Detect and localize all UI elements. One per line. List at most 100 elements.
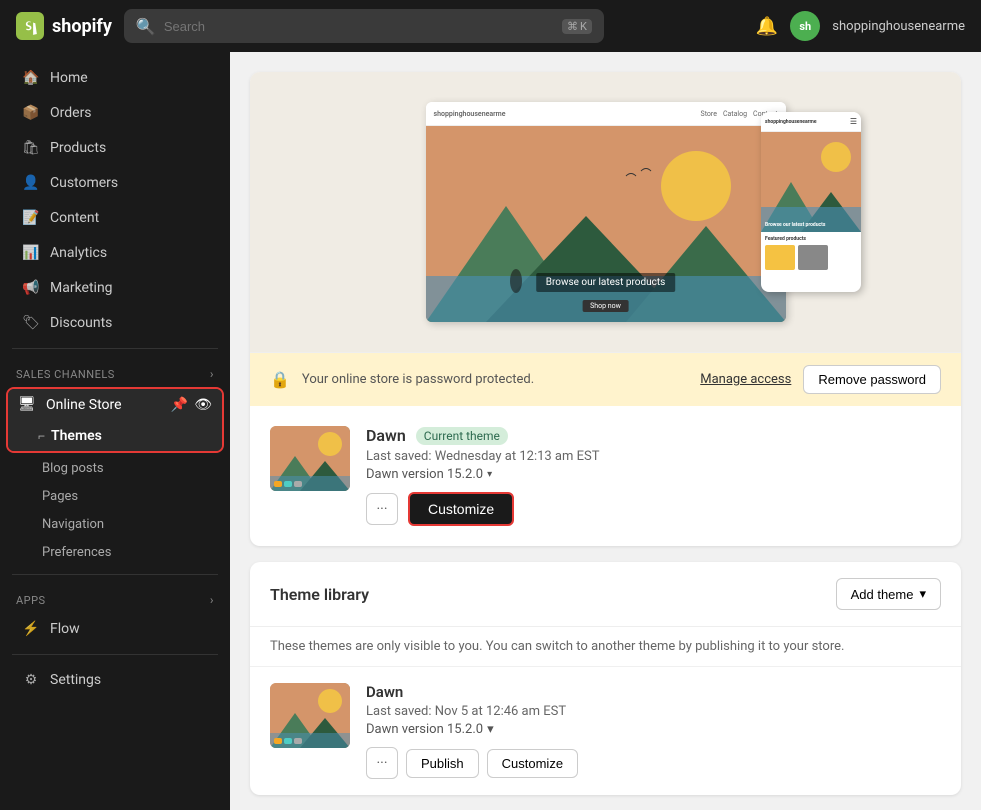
current-theme-info: Dawn Current theme Last saved: Wednesday… [366, 426, 941, 526]
remove-password-button[interactable]: Remove password [803, 365, 941, 394]
desktop-brand: shoppinghousenearme [434, 110, 506, 118]
sidebar-item-online-store[interactable]: 🖥 Online Store 📌 👁 [8, 389, 222, 421]
sidebar-item-content[interactable]: 📝 Content [6, 201, 224, 235]
password-banner: 🔒 Your online store is password protecte… [250, 352, 961, 406]
add-theme-chevron: ▾ [919, 586, 926, 602]
current-theme-name: Dawn [366, 426, 406, 445]
search-icon: 🔍 [136, 17, 156, 36]
publish-button[interactable]: Publish [406, 749, 479, 778]
library-dot-2 [284, 738, 292, 744]
sidebar-item-products[interactable]: 🛍 Products [6, 131, 224, 165]
shopify-icon [16, 12, 44, 40]
online-store-actions: 📌 👁 [171, 397, 212, 413]
online-store-icon: 🖥 [18, 396, 36, 414]
store-name-label: shoppinghousenearme [832, 19, 965, 34]
theme-name-row: Dawn Current theme [366, 426, 941, 445]
library-dot-1 [274, 738, 282, 744]
mobile-hero-text: Browse our latest products [765, 222, 857, 228]
library-customize-button[interactable]: Customize [487, 749, 578, 778]
library-theme-thumbnail [270, 683, 350, 748]
sidebar-item-marketing[interactable]: 📢 Marketing [6, 271, 224, 305]
main-content: shoppinghousenearme Store Catalog Contac… [230, 52, 981, 810]
current-theme-badge: Current theme [416, 427, 508, 445]
dot-orange [274, 481, 282, 487]
sidebar-item-themes[interactable]: ⌐ Themes [8, 421, 222, 451]
current-theme-section: Dawn Current theme Last saved: Wednesday… [250, 406, 961, 546]
library-dot-3 [294, 738, 302, 744]
desktop-shop-btn: Shop now [582, 300, 629, 312]
theme-preview-area: shoppinghousenearme Store Catalog Contac… [250, 72, 961, 352]
add-theme-button[interactable]: Add theme ▾ [836, 578, 941, 610]
library-header: Theme library Add theme ▾ [250, 562, 961, 627]
current-theme-version: Dawn version 15.2.0 ▾ [366, 467, 941, 482]
notification-icon[interactable]: 🔔 [756, 16, 778, 37]
library-title: Theme library [270, 585, 369, 604]
discounts-icon: 🏷 [22, 314, 40, 332]
topbar-right: 🔔 sh shoppinghousenearme [756, 11, 965, 41]
sidebar-divider-3 [12, 654, 218, 655]
theme-library-card: Theme library Add theme ▾ These themes a… [250, 562, 961, 795]
logo: shopify [16, 12, 112, 40]
sidebar-item-preferences[interactable]: Preferences [6, 539, 224, 566]
logo-text: shopify [52, 16, 112, 37]
settings-icon: ⚙ [22, 671, 40, 689]
product-thumb-1 [765, 245, 795, 270]
online-store-highlight-box: 🖥 Online Store 📌 👁 ⌐ Themes [6, 387, 224, 453]
dot-teal [284, 481, 292, 487]
mobile-hero: Browse our latest products [761, 132, 861, 232]
sidebar-item-customers[interactable]: 👤 Customers [6, 166, 224, 200]
eye-icon[interactable]: 👁 [194, 397, 212, 413]
mobile-preview: shoppinghousenearme ☰ Browse our latest … [761, 112, 861, 292]
desktop-preview-bar: shoppinghousenearme Store Catalog Contac… [426, 102, 786, 126]
library-theme-actions: ··· Publish Customize [366, 747, 941, 779]
product-thumb-2 [798, 245, 828, 270]
apps-chevron[interactable]: › [210, 593, 214, 607]
sidebar-item-discounts[interactable]: 🏷 Discounts [6, 306, 224, 340]
library-theme-name: Dawn [366, 683, 941, 701]
sidebar-item-flow[interactable]: ⚡ Flow [6, 612, 224, 646]
pin-icon[interactable]: 📌 [171, 397, 188, 413]
library-theme-version: Dawn version 15.2.0 ▾ [366, 722, 941, 737]
sidebar-item-settings[interactable]: ⚙ Settings [6, 663, 224, 697]
topbar: shopify 🔍 ⌘ K 🔔 sh shoppinghousenearme [0, 0, 981, 52]
sidebar: 🏠 Home 📦 Orders 🛍 Products 👤 Customers 📝… [0, 52, 230, 810]
sales-channels-chevron[interactable]: › [210, 367, 214, 381]
theme-preview-card: shoppinghousenearme Store Catalog Contac… [250, 72, 961, 546]
sidebar-item-analytics[interactable]: 📊 Analytics [6, 236, 224, 270]
sidebar-item-navigation[interactable]: Navigation [6, 511, 224, 538]
library-more-options-button[interactable]: ··· [366, 747, 398, 779]
sidebar-item-home[interactable]: 🏠 Home [6, 61, 224, 95]
more-options-button[interactable]: ··· [366, 493, 398, 525]
search-input[interactable] [164, 19, 554, 34]
theme-color-dots [274, 481, 302, 487]
library-theme-info: Dawn Last saved: Nov 5 at 12:46 am EST D… [366, 683, 941, 779]
library-theme-dots [274, 738, 302, 744]
content-icon: 📝 [22, 209, 40, 227]
apps-section: Apps › [0, 583, 230, 611]
password-message: Your online store is password protected. [302, 372, 688, 387]
customers-icon: 👤 [22, 174, 40, 192]
products-icon: 🛍 [22, 139, 40, 157]
lock-icon: 🔒 [270, 370, 290, 389]
sidebar-item-pages[interactable]: Pages [6, 483, 224, 510]
search-bar[interactable]: 🔍 ⌘ K [124, 9, 604, 43]
dot-gray [294, 481, 302, 487]
home-icon: 🏠 [22, 69, 40, 87]
marketing-icon: 📢 [22, 279, 40, 297]
version-chevron[interactable]: ▾ [487, 469, 492, 480]
analytics-icon: 📊 [22, 244, 40, 262]
current-theme-actions: ··· Customize [366, 492, 941, 526]
customize-button[interactable]: Customize [408, 492, 514, 526]
themes-branch-icon: ⌐ [38, 429, 45, 443]
mobile-header: shoppinghousenearme ☰ [761, 112, 861, 132]
orders-icon: 📦 [22, 104, 40, 122]
library-version-chevron[interactable]: ▾ [487, 722, 494, 737]
sales-channels-section: Sales channels › [0, 357, 230, 385]
manage-access-link[interactable]: Manage access [700, 372, 791, 387]
current-theme-last-saved: Last saved: Wednesday at 12:13 am EST [366, 449, 941, 464]
sidebar-divider-1 [12, 348, 218, 349]
avatar: sh [790, 11, 820, 41]
sidebar-item-orders[interactable]: 📦 Orders [6, 96, 224, 130]
flow-icon: ⚡ [22, 620, 40, 638]
sidebar-item-blog-posts[interactable]: Blog posts [6, 455, 224, 482]
